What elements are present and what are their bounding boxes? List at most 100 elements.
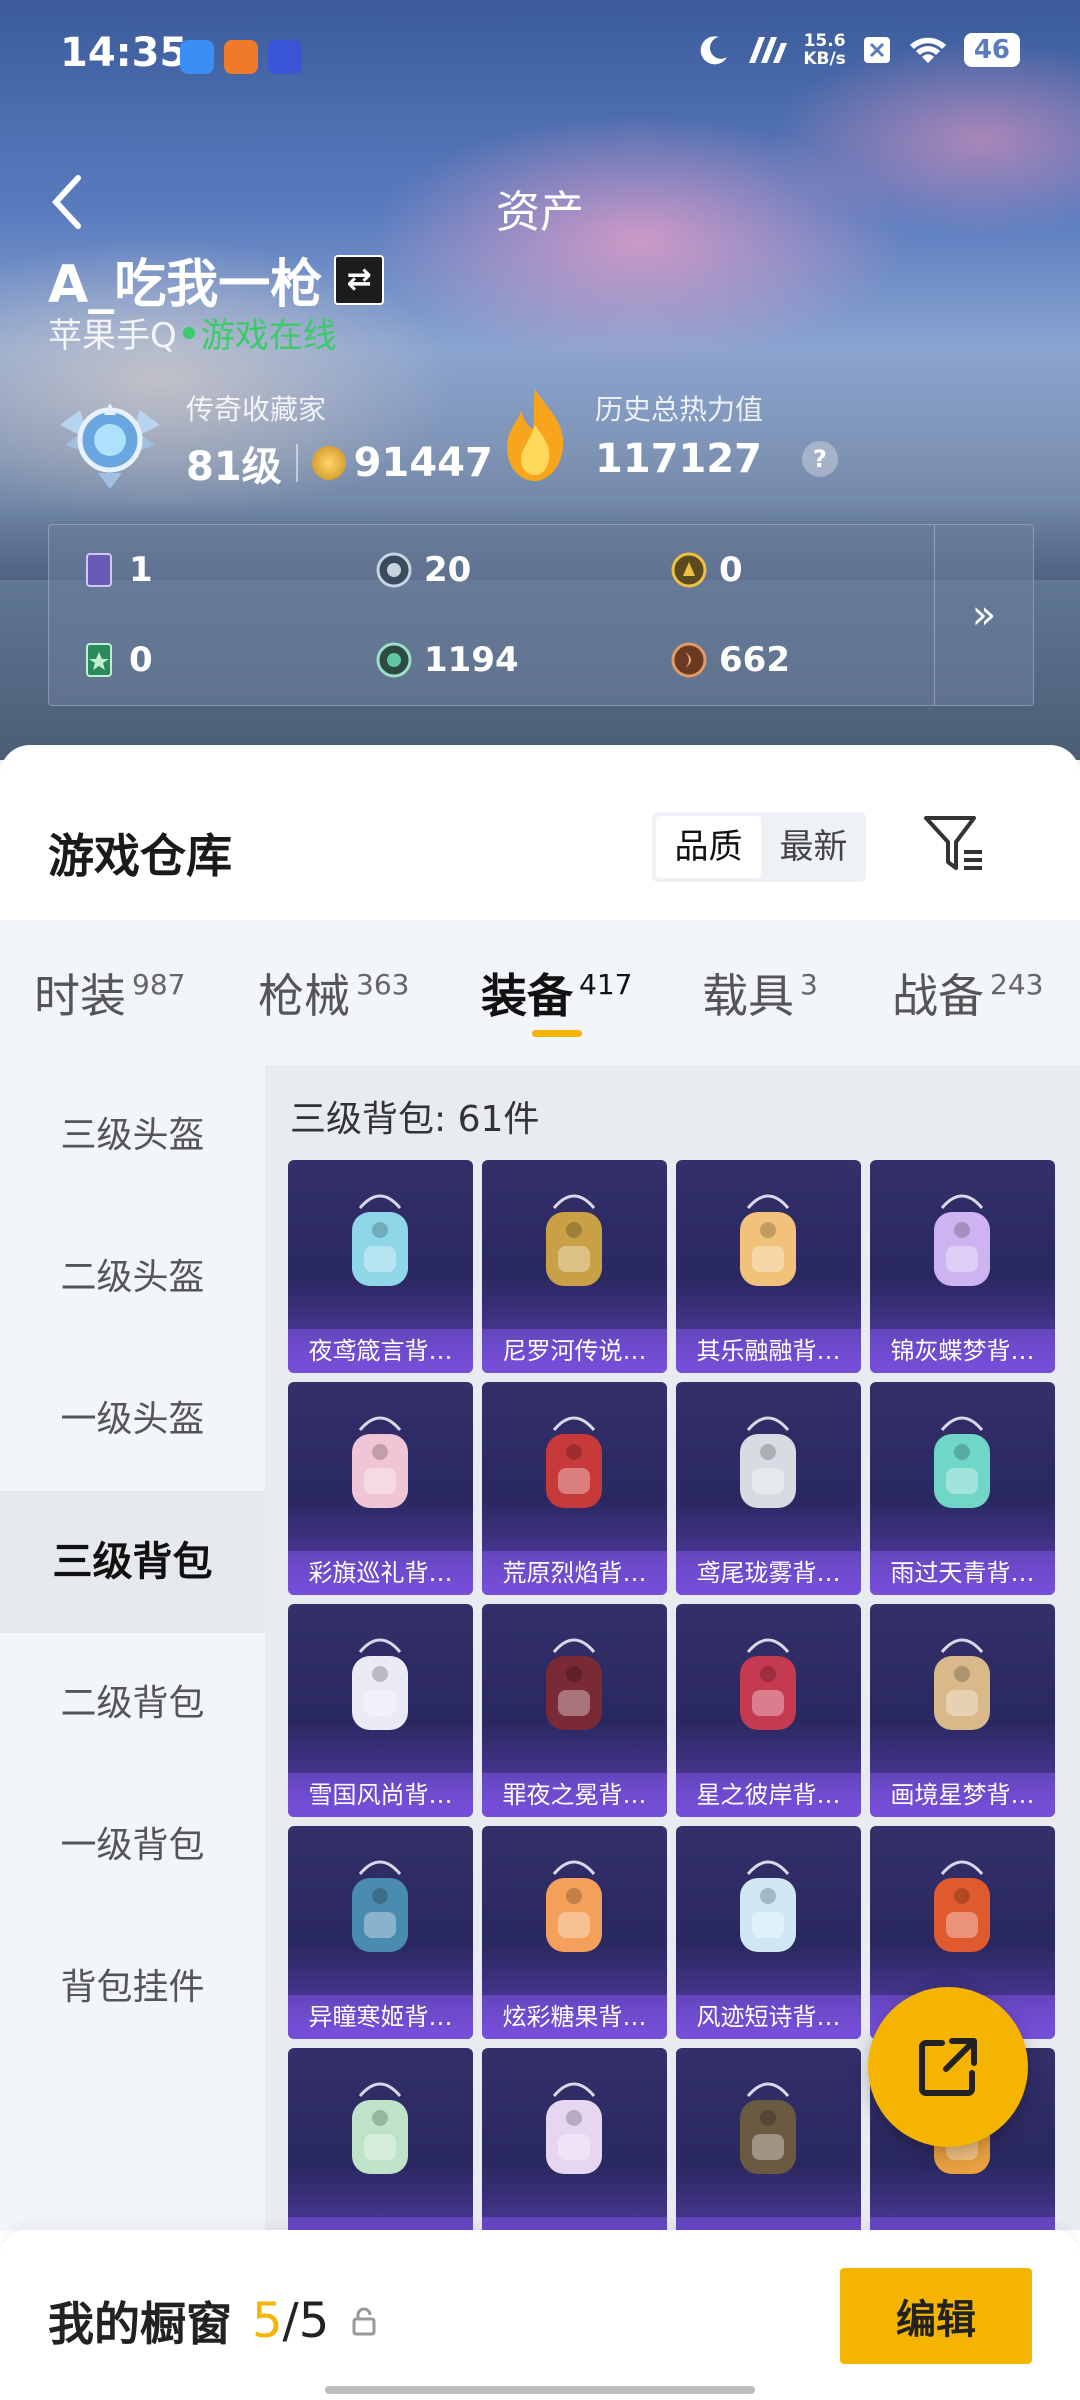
backpack-icon bbox=[740, 1416, 796, 1508]
resource-item[interactable]: 0 bbox=[49, 615, 344, 705]
resource-value: 20 bbox=[424, 550, 472, 590]
subcategory-sidebar: 三级头盔 二级头盔 一级头盔 三级背包 二级背包 一级背包 背包挂件 bbox=[0, 1065, 265, 2230]
item-card[interactable]: 星之彼岸背… bbox=[676, 1604, 861, 1817]
tab-label: 装备 bbox=[481, 969, 573, 1023]
resource-value: 0 bbox=[129, 640, 153, 680]
backpack-icon bbox=[934, 1860, 990, 1952]
item-card[interactable] bbox=[676, 2048, 861, 2230]
sidebar-item-backpack-charm[interactable]: 背包挂件 bbox=[0, 1917, 265, 2059]
item-name: 画境星梦背… bbox=[870, 1773, 1055, 1817]
tab-label: 时装 bbox=[34, 969, 126, 1023]
item-card[interactable]: 异瞳寒姬背… bbox=[288, 1826, 473, 2039]
heat-block[interactable]: 历史总热力值 117127 ? bbox=[495, 385, 838, 485]
tab-label: 战备 bbox=[892, 969, 984, 1023]
item-name bbox=[676, 2217, 861, 2230]
network-speed: 15.6 KB/s bbox=[803, 32, 845, 68]
resource-item[interactable]: 662 bbox=[639, 615, 933, 705]
backpack-icon bbox=[352, 1416, 408, 1508]
tab-count: 417 bbox=[579, 968, 633, 1001]
resource-item[interactable]: 20 bbox=[344, 525, 639, 615]
online-dot bbox=[182, 326, 195, 339]
help-icon[interactable]: ? bbox=[802, 441, 838, 477]
tab-fashion[interactable]: 时装 987 bbox=[34, 960, 185, 1026]
tab-count: 987 bbox=[132, 968, 186, 1001]
battery-indicator: 46 bbox=[963, 33, 1020, 67]
category-tabs: 时装 987 枪械 363 装备 417 载具 3 战备 243 bbox=[0, 920, 1080, 1065]
tab-equipment[interactable]: 装备 417 bbox=[481, 960, 632, 1026]
resources-more-button[interactable]: » bbox=[934, 525, 1033, 705]
resource-item[interactable]: 1 bbox=[49, 525, 344, 615]
tab-count: 243 bbox=[990, 968, 1044, 1001]
divider bbox=[295, 444, 298, 482]
item-card[interactable]: 罪夜之冕背… bbox=[482, 1604, 667, 1817]
rank-emblem-icon bbox=[60, 403, 160, 489]
sidebar-item-helmet-3[interactable]: 三级头盔 bbox=[0, 1065, 265, 1207]
platform-label: 苹果手Q bbox=[48, 316, 177, 356]
edit-button[interactable]: 编辑 bbox=[840, 2268, 1032, 2364]
tab-gear[interactable]: 战备 243 bbox=[892, 960, 1043, 1026]
item-name: 尼罗河传说… bbox=[482, 1329, 667, 1373]
wifi-icon bbox=[909, 37, 946, 63]
showcase-total: /5 bbox=[282, 2293, 330, 2349]
sort-newest-button[interactable]: 最新 bbox=[761, 816, 866, 878]
speed-value: 15.6 bbox=[803, 31, 846, 51]
item-name: 罪夜之冕背… bbox=[482, 1773, 667, 1817]
username-text: A_吃我一枪 bbox=[48, 255, 323, 315]
rank-values: 81级 91447 bbox=[186, 434, 493, 492]
status-time: 14:35 bbox=[60, 30, 188, 76]
item-card[interactable]: 画境星梦背… bbox=[870, 1604, 1055, 1817]
home-indicator[interactable] bbox=[325, 2386, 755, 2394]
gold-coin-icon bbox=[671, 552, 707, 588]
item-card[interactable] bbox=[482, 2048, 667, 2230]
item-name: 彩旗巡礼背… bbox=[288, 1551, 473, 1595]
rank-text: 传奇收藏家 81级 91447 bbox=[186, 388, 493, 492]
sidebar-item-helmet-2[interactable]: 二级头盔 bbox=[0, 1207, 265, 1349]
share-button[interactable] bbox=[868, 1987, 1028, 2147]
sidebar-item-helmet-1[interactable]: 一级头盔 bbox=[0, 1349, 265, 1491]
item-card[interactable]: 荒原烈焰背… bbox=[482, 1382, 667, 1595]
item-name bbox=[870, 2217, 1055, 2230]
tab-count: 3 bbox=[800, 968, 818, 1001]
tab-firearms[interactable]: 枪械 363 bbox=[258, 960, 409, 1026]
item-card[interactable]: 风迹短诗背… bbox=[676, 1826, 861, 2039]
account-info: 苹果手Q 游戏在线 bbox=[48, 308, 337, 357]
item-card[interactable]: 雨过天青背… bbox=[870, 1382, 1055, 1595]
switch-account-icon[interactable]: ⇄ bbox=[334, 254, 385, 305]
item-card[interactable]: 尼罗河传说… bbox=[482, 1160, 667, 1373]
filter-icon[interactable] bbox=[922, 812, 986, 876]
item-card[interactable]: 彩旗巡礼背… bbox=[288, 1382, 473, 1595]
resource-item[interactable]: 0 bbox=[639, 525, 933, 615]
sidebar-item-backpack-1[interactable]: 一级背包 bbox=[0, 1775, 265, 1917]
bronze-coin-icon bbox=[671, 642, 707, 678]
backpack-icon bbox=[934, 1416, 990, 1508]
item-card[interactable]: 锦灰蝶梦背… bbox=[870, 1160, 1055, 1373]
item-card[interactable] bbox=[288, 2048, 473, 2230]
heat-values: 117127 ? bbox=[595, 436, 838, 482]
sort-quality-button[interactable]: 品质 bbox=[656, 816, 761, 878]
backpack-icon bbox=[934, 1194, 990, 1286]
item-name: 雨过天青背… bbox=[870, 1551, 1055, 1595]
item-card[interactable]: 炫彩糖果背… bbox=[482, 1826, 667, 2039]
warehouse-title: 游戏仓库 bbox=[48, 829, 232, 883]
backpack-icon bbox=[740, 2082, 796, 2174]
app-notification-icon bbox=[180, 40, 214, 74]
item-card[interactable]: 其乐融融背… bbox=[676, 1160, 861, 1373]
sim-icon bbox=[863, 37, 890, 63]
resource-value: 1 bbox=[129, 550, 153, 590]
item-card[interactable]: 夜鸢箴言背… bbox=[288, 1160, 473, 1373]
rank-block[interactable]: 传奇收藏家 81级 91447 bbox=[50, 385, 493, 495]
rank-level: 81级 bbox=[186, 444, 282, 490]
online-status: 游戏在线 bbox=[200, 316, 337, 356]
item-card[interactable]: 鸢尾珑雾背… bbox=[676, 1382, 861, 1595]
sidebar-item-backpack-2[interactable]: 二级背包 bbox=[0, 1633, 265, 1775]
flame-icon bbox=[507, 389, 564, 481]
backpack-icon bbox=[352, 2082, 408, 2174]
notification-icons bbox=[180, 40, 302, 74]
sidebar-item-backpack-3[interactable]: 三级背包 bbox=[0, 1491, 265, 1633]
item-card[interactable]: 雪国风尚背… bbox=[288, 1604, 473, 1817]
green-coin-icon bbox=[376, 642, 412, 678]
tab-vehicles[interactable]: 载具 3 bbox=[702, 960, 818, 1026]
backpack-icon bbox=[740, 1860, 796, 1952]
backpack-icon bbox=[352, 1194, 408, 1286]
resource-item[interactable]: 1194 bbox=[344, 615, 639, 705]
